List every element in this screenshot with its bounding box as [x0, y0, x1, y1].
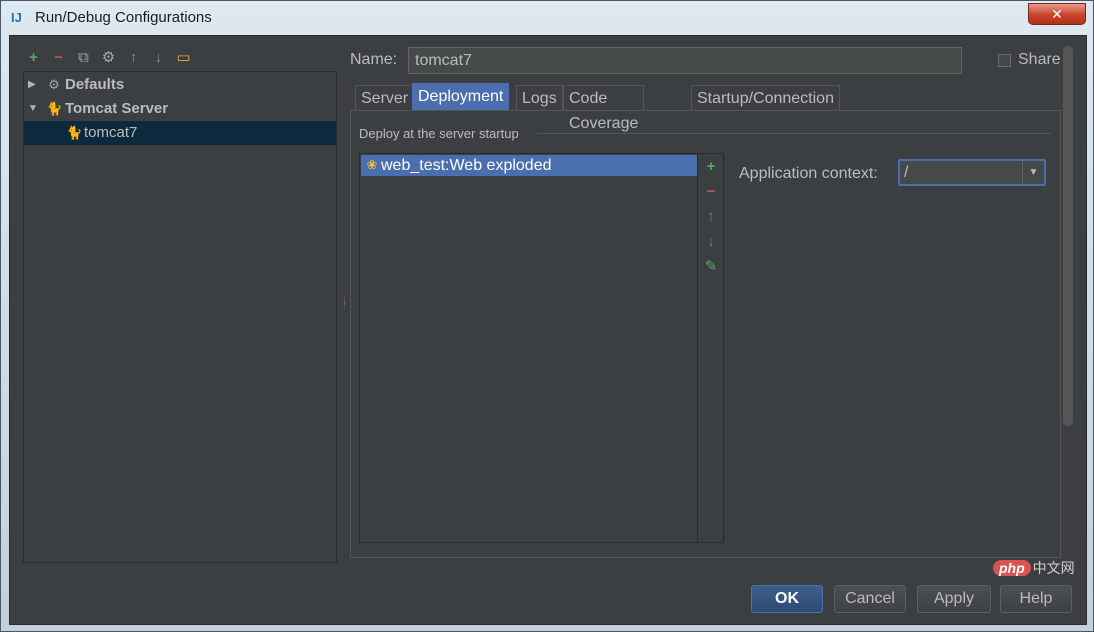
tab-server[interactable]: Server: [355, 85, 415, 111]
wrench-icon: ⚙: [48, 77, 60, 92]
arrow-down-icon[interactable]: ↓: [149, 48, 168, 67]
tree-item-defaults[interactable]: ▶ ⚙ Defaults: [24, 73, 336, 97]
plus-icon[interactable]: +: [24, 48, 43, 67]
application-context-combobox[interactable]: / ▼: [898, 159, 1046, 186]
arrow-up-icon[interactable]: ↑: [702, 208, 720, 226]
dialog-body: + − ⧉ ⚙ ↑ ↓ ▭ ▶ ⚙ Defaults ▼ 🐈 Tomcat Se…: [9, 35, 1087, 625]
deployment-panel: Deploy at the server startup ❀ web_test:…: [350, 110, 1061, 558]
expand-arrow-icon[interactable]: ▶: [28, 73, 36, 97]
watermark: php 中文网: [993, 558, 1075, 578]
pencil-icon[interactable]: ✎: [702, 258, 720, 276]
intellij-app-icon: IJ: [11, 10, 22, 25]
arrow-up-icon[interactable]: ↑: [124, 48, 143, 67]
list-item[interactable]: ❀ web_test:Web exploded: [361, 155, 697, 176]
splitter-handle[interactable]: ⋮ ⋮: [340, 296, 349, 312]
copy-icon[interactable]: ⧉: [74, 48, 93, 67]
tomcat-icon: 🐈: [46, 101, 63, 116]
title-bar[interactable]: IJ Run/Debug Configurations ✕: [1, 1, 1093, 35]
dialog-window: IJ Run/Debug Configurations ✕ + − ⧉ ⚙ ↑ …: [0, 0, 1094, 632]
tree-item-label: tomcat7: [84, 124, 138, 141]
application-context-value[interactable]: /: [904, 163, 908, 183]
folder-icon[interactable]: ▭: [174, 48, 193, 67]
cancel-button[interactable]: Cancel: [834, 585, 906, 613]
window-title: Run/Debug Configurations: [35, 9, 212, 26]
arrow-down-icon[interactable]: ↓: [702, 233, 720, 251]
artifact-icon: ❀: [366, 157, 378, 172]
minus-icon[interactable]: −: [702, 183, 720, 201]
section-divider: [537, 133, 1051, 134]
tree-item-label: Tomcat Server: [65, 100, 169, 117]
vertical-scrollbar[interactable]: [1063, 46, 1073, 426]
list-item-label: web_test:Web exploded: [381, 157, 552, 174]
tab-deployment[interactable]: Deployment: [412, 83, 510, 111]
minus-icon[interactable]: −: [49, 48, 68, 67]
share-label[interactable]: Share: [1018, 51, 1061, 69]
collapse-arrow-icon[interactable]: ▼: [28, 97, 38, 121]
tree-item-label: Defaults: [65, 76, 125, 93]
plus-icon[interactable]: +: [702, 158, 720, 176]
list-toolbar: + − ↑ ↓ ✎: [698, 153, 724, 543]
config-toolbar: + − ⧉ ⚙ ↑ ↓ ▭: [24, 48, 193, 68]
deploy-section-label: Deploy at the server startup: [359, 126, 519, 141]
tab-startup-connection[interactable]: Startup/Connection: [691, 85, 840, 111]
close-button[interactable]: ✕: [1028, 3, 1086, 25]
wrench-icon[interactable]: ⚙: [99, 48, 118, 67]
name-label: Name:: [350, 51, 398, 68]
tab-code-coverage[interactable]: Code Coverage: [563, 85, 645, 132]
chevron-down-icon[interactable]: ▼: [1022, 161, 1044, 184]
apply-button[interactable]: Apply: [917, 585, 991, 613]
share-checkbox[interactable]: [998, 54, 1011, 67]
watermark-badge: php: [993, 560, 1031, 576]
application-context-label: Application context:: [739, 165, 878, 182]
name-field[interactable]: tomcat7: [408, 47, 962, 74]
close-icon: ✕: [1051, 6, 1063, 22]
tree-item-tomcat-server[interactable]: ▼ 🐈 Tomcat Server: [24, 97, 336, 121]
ok-button[interactable]: OK: [751, 585, 823, 613]
help-button[interactable]: Help: [1000, 585, 1072, 613]
configuration-tree: ▶ ⚙ Defaults ▼ 🐈 Tomcat Server 🐈 tomcat7: [23, 71, 337, 563]
tab-logs[interactable]: Logs: [516, 85, 563, 111]
deployment-list[interactable]: ❀ web_test:Web exploded: [359, 153, 698, 543]
tree-item-tomcat7[interactable]: 🐈 tomcat7: [24, 121, 336, 145]
tomcat-icon: 🐈: [66, 125, 83, 140]
watermark-text: 中文网: [1032, 560, 1075, 576]
